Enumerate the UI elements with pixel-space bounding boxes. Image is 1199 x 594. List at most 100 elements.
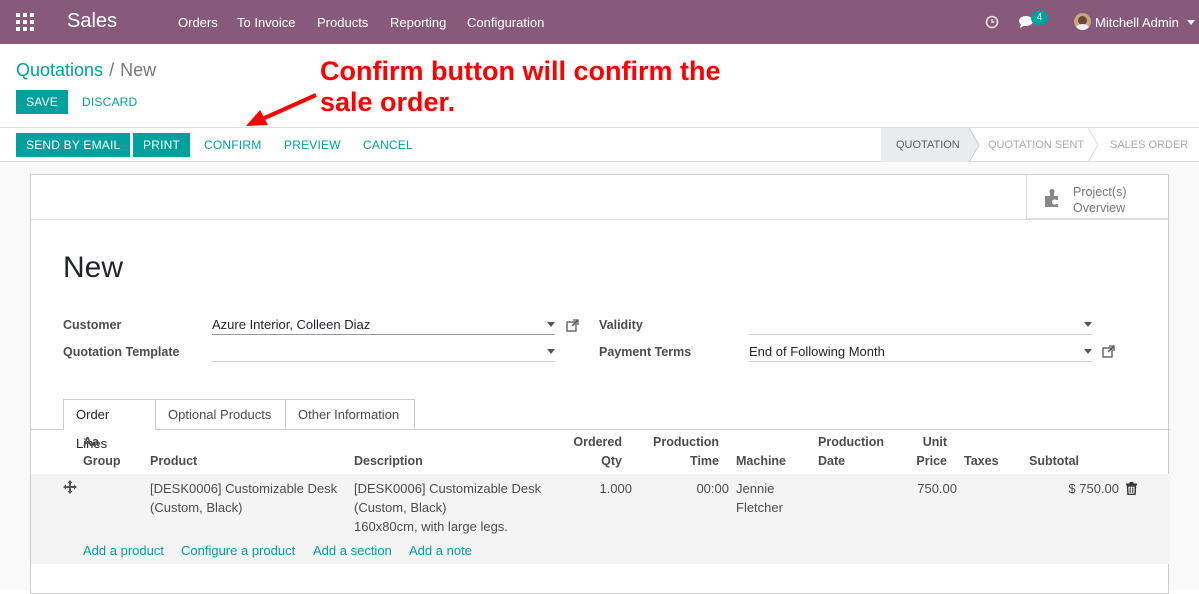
annotation-line-2: sale order. [320,87,456,117]
breadcrumb: Quotations / New [16,60,156,81]
cell-machine[interactable]: Jennie Fletcher [736,479,783,517]
customer-dropdown-icon[interactable] [547,322,555,327]
form-sheet: Project(s) Overview New Customer Azure I… [30,174,1170,594]
puzzle-icon [1045,189,1058,207]
payment-terms-dropdown-icon[interactable] [1084,349,1092,354]
menu-reporting[interactable]: Reporting [390,15,446,30]
cell-product-line1: [DESK0006] Customizable Desk [150,481,338,496]
customer-field[interactable]: Azure Interior, Colleen Diaz [212,315,555,335]
avatar[interactable] [1074,13,1091,30]
cancel-button[interactable]: CANCEL [363,133,413,157]
cell-ordered-qty[interactable]: 1.000 [581,479,632,498]
cell-subtotal: $ 750.00 [1068,481,1119,496]
user-menu-caret-icon[interactable] [1187,20,1195,25]
validity-dropdown-icon[interactable] [1084,322,1092,327]
top-navbar: Sales Orders To Invoice Products Reporti… [0,0,1199,44]
page-title: New [63,251,124,284]
payment-terms-value: End of Following Month [749,344,885,359]
column-header-taxes[interactable]: Taxes [964,452,999,471]
quotation-template-dropdown-icon[interactable] [547,349,555,354]
message-count-badge: 4 [1031,11,1048,25]
menu-configuration[interactable]: Configuration [467,15,544,30]
column-header-machine[interactable]: Machine [736,452,786,471]
validity-field[interactable] [749,315,1092,335]
payment-terms-label: Payment Terms [599,345,692,359]
apps-menu-icon[interactable] [16,13,34,31]
tab-optional-products[interactable]: Optional Products [155,399,286,430]
status-sales-order[interactable]: SALES ORDER [1110,128,1188,162]
column-header-production-time-line1: Production [653,435,719,449]
customer-value: Azure Interior, Colleen Diaz [212,317,371,332]
drag-handle-icon[interactable] [63,480,77,494]
column-header-ordered-qty-line1: Ordered [573,435,622,449]
cell-product[interactable]: [DESK0006] Customizable Desk (Custom, Bl… [150,479,337,517]
column-header-production-time[interactable]: Production Time [641,433,719,471]
tab-other-information[interactable]: Other Information [285,399,415,430]
quotation-template-field[interactable] [212,342,555,362]
app-name[interactable]: Sales [67,10,117,33]
cell-description-line3: 160x80cm, with large legs. [354,519,508,534]
column-header-ordered-qty-line2: Qty [601,454,622,468]
breadcrumb-separator: / [109,60,115,80]
preview-button[interactable]: PREVIEW [284,133,341,157]
menu-orders[interactable]: Orders [178,15,218,30]
menu-products[interactable]: Products [317,15,368,30]
customer-label: Customer [63,318,122,332]
column-header-group-line1: Aa [83,435,99,449]
cell-description-line2: (Custom, Black) [354,500,447,515]
print-button[interactable]: PRINT [133,133,190,157]
payment-terms-field[interactable]: End of Following Month [749,342,1092,362]
confirm-button[interactable]: CONFIRM [204,133,261,157]
add-product-link[interactable]: Add a product [83,543,164,558]
save-button[interactable]: SAVE [16,90,68,114]
column-header-ordered-qty[interactable]: Ordered Qty [561,433,622,471]
discard-button[interactable]: DISCARD [82,90,137,114]
add-note-link[interactable]: Add a note [409,543,472,558]
breadcrumb-quotations[interactable]: Quotations [16,60,103,80]
divider [31,219,1170,220]
cell-production-time[interactable]: 00:00 [671,479,729,498]
quotation-template-label: Quotation Template [63,345,180,359]
column-header-unit-price[interactable]: Unit Price [891,433,947,471]
project-overview-line2: Overview [1073,201,1126,215]
cell-machine-line1: Jennie [736,481,775,496]
cell-unit-price[interactable]: 750.00 [897,479,957,498]
column-header-production-date-line2: Date [818,454,846,468]
user-name[interactable]: Mitchell Admin [1095,15,1179,30]
column-header-product[interactable]: Product [150,452,197,471]
cell-description[interactable]: [DESK0006] Customizable Desk (Custom, Bl… [354,479,541,536]
column-header-unit-price-line1: Unit [922,435,947,449]
column-header-subtotal[interactable]: Subtotal [1029,452,1079,471]
cell-product-line2: (Custom, Black) [150,500,243,515]
column-header-production-date[interactable]: Production Date [818,433,884,471]
project-overview-button[interactable]: Project(s) Overview [1026,175,1168,219]
status-quotation[interactable]: QUOTATION [881,128,969,162]
validity-label: Validity [599,318,643,332]
column-header-production-date-line1: Production [818,435,884,449]
configure-product-link[interactable]: Configure a product [181,543,295,558]
tab-order-lines[interactable]: Order Lines [63,399,156,451]
status-divider [1088,128,1099,162]
send-by-email-button[interactable]: SEND BY EMAIL [16,133,131,157]
add-section-link[interactable]: Add a section [313,543,392,558]
activity-clock-icon[interactable] [985,15,999,29]
breadcrumb-current: New [120,60,157,80]
customer-external-link-icon[interactable] [566,319,580,333]
status-quotation-sent[interactable]: QUOTATION SENT [988,128,1084,162]
trash-icon[interactable] [1126,482,1137,495]
cell-machine-line2: Fletcher [736,500,783,515]
annotation-text: Confirm button will confirm the sale ord… [320,56,720,118]
project-overview-line1: Project(s) [1073,185,1127,199]
menu-to-invoice[interactable]: To Invoice [237,15,296,30]
payment-terms-external-link-icon[interactable] [1102,345,1116,359]
cell-description-line1: [DESK0006] Customizable Desk [354,481,542,496]
column-header-group[interactable]: Aa Group [83,433,121,471]
status-divider [969,128,980,162]
statusbar: SEND BY EMAIL PRINT CONFIRM PREVIEW CANC… [0,127,1199,162]
column-header-production-time-line2: Time [690,454,719,468]
annotation-arrow [246,93,317,126]
column-header-group-line2: Group [83,454,121,468]
column-header-unit-price-line2: Price [916,454,947,468]
column-header-description[interactable]: Description [354,452,423,471]
annotation-line-1: Confirm button will confirm the [320,56,721,86]
